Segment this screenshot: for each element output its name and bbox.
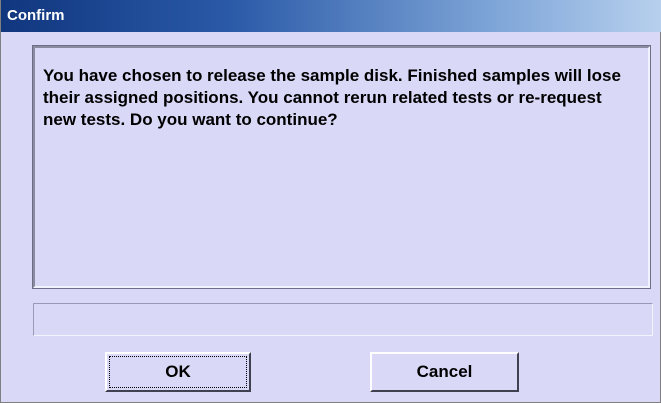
title-bar[interactable]: Confirm [1,0,661,32]
status-field [33,303,653,336]
confirmation-message: You have chosen to release the sample di… [43,66,621,129]
cancel-button-label: Cancel [416,362,473,381]
window-title: Confirm [7,7,65,24]
message-panel: You have chosen to release the sample di… [32,45,651,289]
ok-button[interactable]: OK [105,352,251,392]
confirm-dialog: Confirm You have chosen to release the s… [0,0,661,403]
cancel-button[interactable]: Cancel [370,352,519,392]
focus-rectangle [109,356,247,388]
